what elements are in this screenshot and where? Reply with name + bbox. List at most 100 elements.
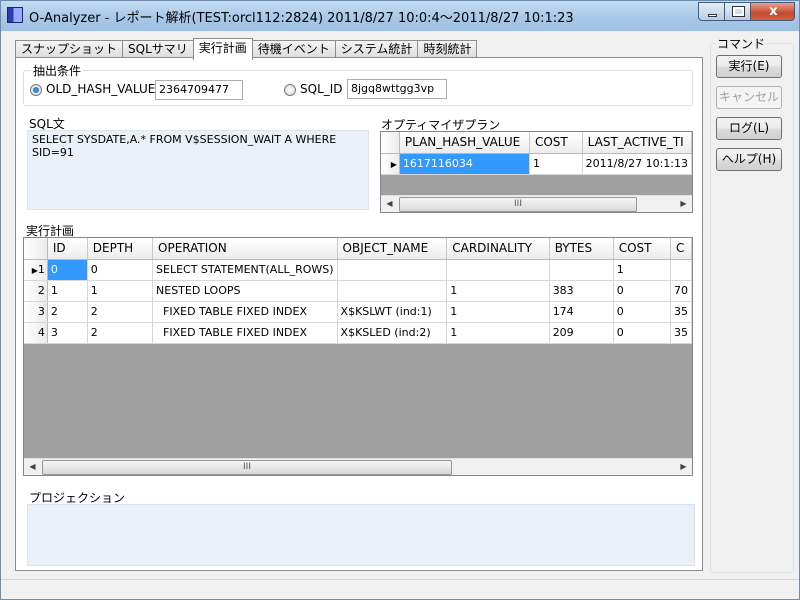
row-number: 1	[37, 263, 45, 276]
corner-cell	[381, 132, 400, 154]
depth-cell[interactable]: 2	[87, 322, 154, 344]
extra-cell[interactable]: 70	[670, 280, 692, 302]
status-bar	[1, 579, 799, 599]
table-row[interactable]: 2 1 1 NESTED LOOPS 1 383 0 70	[24, 280, 692, 302]
old-hash-input[interactable]: 2364709477	[155, 80, 243, 100]
depth-cell[interactable]: 2	[87, 301, 154, 323]
cardinality-cell[interactable]	[446, 259, 550, 281]
bytes-cell[interactable]	[549, 259, 614, 281]
row-header[interactable]: ▶	[381, 153, 400, 175]
maximize-icon	[732, 6, 745, 17]
close-button[interactable]: x	[750, 2, 795, 21]
corner-cell	[24, 238, 48, 260]
column-header[interactable]: COST	[529, 132, 583, 154]
scroll-thumb[interactable]: III	[399, 197, 637, 212]
bytes-cell[interactable]: 174	[549, 301, 614, 323]
column-header[interactable]: C	[670, 238, 692, 260]
command-legend: コマンド	[715, 35, 768, 52]
operation-cell[interactable]: NESTED LOOPS	[152, 280, 338, 302]
optimizer-plan-table: PLAN_HASH_VALUE COST LAST_ACTIVE_TI ▶ 16…	[381, 132, 692, 175]
cost-cell[interactable]: 0	[613, 280, 671, 302]
operation-cell[interactable]: FIXED TABLE FIXED INDEX	[152, 322, 338, 344]
column-header[interactable]: CARDINALITY	[446, 238, 550, 260]
depth-cell[interactable]: 1	[87, 280, 154, 302]
window-title: O-Analyzer - レポート解析(TEST:orcl112:2824) 2…	[29, 11, 574, 26]
extra-cell[interactable]: 35	[670, 301, 692, 323]
scroll-right-icon[interactable]: ▶	[675, 459, 692, 475]
close-icon: x	[769, 4, 778, 19]
id-cell[interactable]: 2	[47, 301, 88, 323]
cardinality-cell[interactable]: 1	[446, 280, 550, 302]
tab-strip: スナップショット SQLサマリ 実行計画 待機イベント システム統計 時刻統計	[15, 38, 478, 60]
optimizer-plan-hscrollbar[interactable]: ◀ III ▶	[381, 195, 692, 212]
column-header[interactable]: COST	[613, 238, 671, 260]
sql-text-box[interactable]: SELECT SYSDATE,A.* FROM V$SESSION_WAIT A…	[27, 130, 369, 210]
log-button[interactable]: ログ(L)	[716, 117, 782, 140]
maximize-button[interactable]	[724, 2, 751, 21]
projection-box[interactable]	[27, 504, 695, 566]
column-header[interactable]: BYTES	[549, 238, 614, 260]
cancel-button[interactable]: キャンセル	[716, 86, 782, 109]
scroll-left-icon[interactable]: ◀	[24, 459, 41, 475]
row-header[interactable]: 4	[24, 322, 48, 344]
main-window: O-Analyzer - レポート解析(TEST:orcl112:2824) 2…	[0, 0, 800, 600]
conditions-legend: 抽出条件	[31, 62, 84, 79]
cost-cell[interactable]: 1	[613, 259, 671, 281]
column-header[interactable]: ID	[47, 238, 88, 260]
bytes-cell[interactable]: 209	[549, 322, 614, 344]
column-header[interactable]: OBJECT_NAME	[337, 238, 448, 260]
operation-cell[interactable]: FIXED TABLE FIXED INDEX	[152, 301, 338, 323]
table-row[interactable]: ▶1 0 0 SELECT STATEMENT(ALL_ROWS) 1	[24, 259, 692, 281]
bytes-cell[interactable]: 383	[549, 280, 614, 302]
id-cell[interactable]: 0	[47, 259, 88, 281]
row-header[interactable]: 2	[24, 280, 48, 302]
help-button[interactable]: ヘルプ(H)	[716, 148, 782, 171]
cost-cell[interactable]: 0	[613, 301, 671, 323]
table-row[interactable]: ▶ 1617116034 1 2011/8/27 10:1:13	[381, 153, 692, 175]
plan-hash-cell[interactable]: 1617116034	[399, 153, 530, 175]
id-cell[interactable]: 1	[47, 280, 88, 302]
object-name-cell[interactable]: X$KSLWT (ind:1)	[337, 301, 448, 323]
execution-plan-grid[interactable]: ID DEPTH OPERATION OBJECT_NAME CARDINALI…	[23, 237, 693, 476]
cardinality-cell[interactable]: 1	[446, 322, 550, 344]
operation-cell[interactable]: SELECT STATEMENT(ALL_ROWS)	[152, 259, 338, 281]
extra-cell[interactable]	[670, 259, 692, 281]
column-header[interactable]: DEPTH	[87, 238, 154, 260]
object-name-cell[interactable]	[337, 280, 448, 302]
execution-plan-hscrollbar[interactable]: ◀ III ▶	[24, 458, 692, 475]
id-cell[interactable]: 3	[47, 322, 88, 344]
sql-id-input[interactable]: 8jgq8wttgg3vp	[347, 79, 447, 99]
table-row[interactable]: 3 2 2 FIXED TABLE FIXED INDEX X$KSLWT (i…	[24, 301, 692, 323]
sql-id-label: SQL_ID	[300, 82, 343, 96]
old-hash-label: OLD_HASH_VALUE	[46, 82, 156, 96]
column-header[interactable]: OPERATION	[152, 238, 338, 260]
optimizer-plan-grid[interactable]: PLAN_HASH_VALUE COST LAST_ACTIVE_TI ▶ 16…	[380, 131, 693, 213]
row-header[interactable]: ▶1	[24, 259, 48, 281]
object-name-cell[interactable]	[337, 259, 448, 281]
app-icon	[7, 7, 23, 23]
scroll-right-icon[interactable]: ▶	[675, 196, 692, 212]
minimize-button[interactable]	[698, 2, 725, 21]
object-name-cell[interactable]: X$KSLED (ind:2)	[337, 322, 448, 344]
last-active-cell[interactable]: 2011/8/27 10:1:13	[582, 153, 692, 175]
table-row[interactable]: 4 3 2 FIXED TABLE FIXED INDEX X$KSLED (i…	[24, 322, 692, 344]
scroll-left-icon[interactable]: ◀	[381, 196, 398, 212]
column-header[interactable]: LAST_ACTIVE_TI	[582, 132, 692, 154]
depth-cell[interactable]: 0	[87, 259, 154, 281]
extra-cell[interactable]: 35	[670, 322, 692, 344]
minimize-icon	[708, 14, 717, 17]
cardinality-cell[interactable]: 1	[446, 301, 550, 323]
cost-cell[interactable]: 1	[529, 153, 583, 175]
cost-cell[interactable]: 0	[613, 322, 671, 344]
tab-execution-plan[interactable]: 実行計画	[192, 38, 253, 60]
sql-id-radio[interactable]	[284, 84, 296, 96]
execute-button[interactable]: 実行(E)	[716, 55, 782, 78]
scroll-thumb[interactable]: III	[42, 460, 452, 475]
title-bar[interactable]: O-Analyzer - レポート解析(TEST:orcl112:2824) 2…	[1, 1, 799, 31]
execution-plan-header: ID DEPTH OPERATION OBJECT_NAME CARDINALI…	[24, 238, 692, 260]
execution-plan-table: ID DEPTH OPERATION OBJECT_NAME CARDINALI…	[24, 238, 692, 344]
row-header[interactable]: 3	[24, 301, 48, 323]
current-row-icon: ▶	[390, 160, 397, 169]
column-header[interactable]: PLAN_HASH_VALUE	[399, 132, 530, 154]
old-hash-radio[interactable]	[30, 84, 42, 96]
